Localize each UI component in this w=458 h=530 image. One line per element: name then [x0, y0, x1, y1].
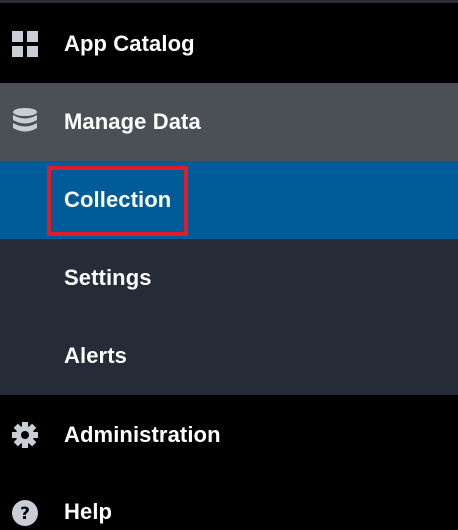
sidebar-subitem-settings[interactable]: Settings	[0, 239, 458, 317]
gear-icon	[10, 420, 40, 450]
sidebar-item-label: Administration	[64, 422, 221, 447]
sidebar-item-label: Manage Data	[64, 109, 201, 134]
sidebar-subitem-label: Collection	[64, 187, 172, 212]
sidebar-item-help[interactable]: ? Help	[0, 475, 458, 530]
sidebar-item-label: Help	[64, 499, 113, 524]
sidebar-subitem-collection[interactable]: Collection	[0, 161, 458, 239]
sidebar-subitem-label: Alerts	[64, 343, 127, 368]
sidebar-item-administration[interactable]: Administration	[0, 395, 458, 475]
top-divider	[0, 0, 458, 3]
sidebar-subitem-alerts[interactable]: Alerts	[0, 317, 458, 395]
sidebar-nav: App Catalog Manage Data Collection Setti…	[0, 0, 458, 530]
sidebar-item-manage-data[interactable]: Manage Data	[0, 83, 458, 161]
sidebar-subitem-label: Settings	[64, 265, 152, 290]
database-icon	[10, 107, 40, 137]
sidebar-item-label: App Catalog	[64, 31, 195, 56]
help-icon: ?	[10, 498, 40, 528]
svg-text:?: ?	[20, 504, 30, 524]
sidebar-item-app-catalog[interactable]: App Catalog	[0, 5, 458, 83]
grid-icon	[10, 29, 40, 59]
